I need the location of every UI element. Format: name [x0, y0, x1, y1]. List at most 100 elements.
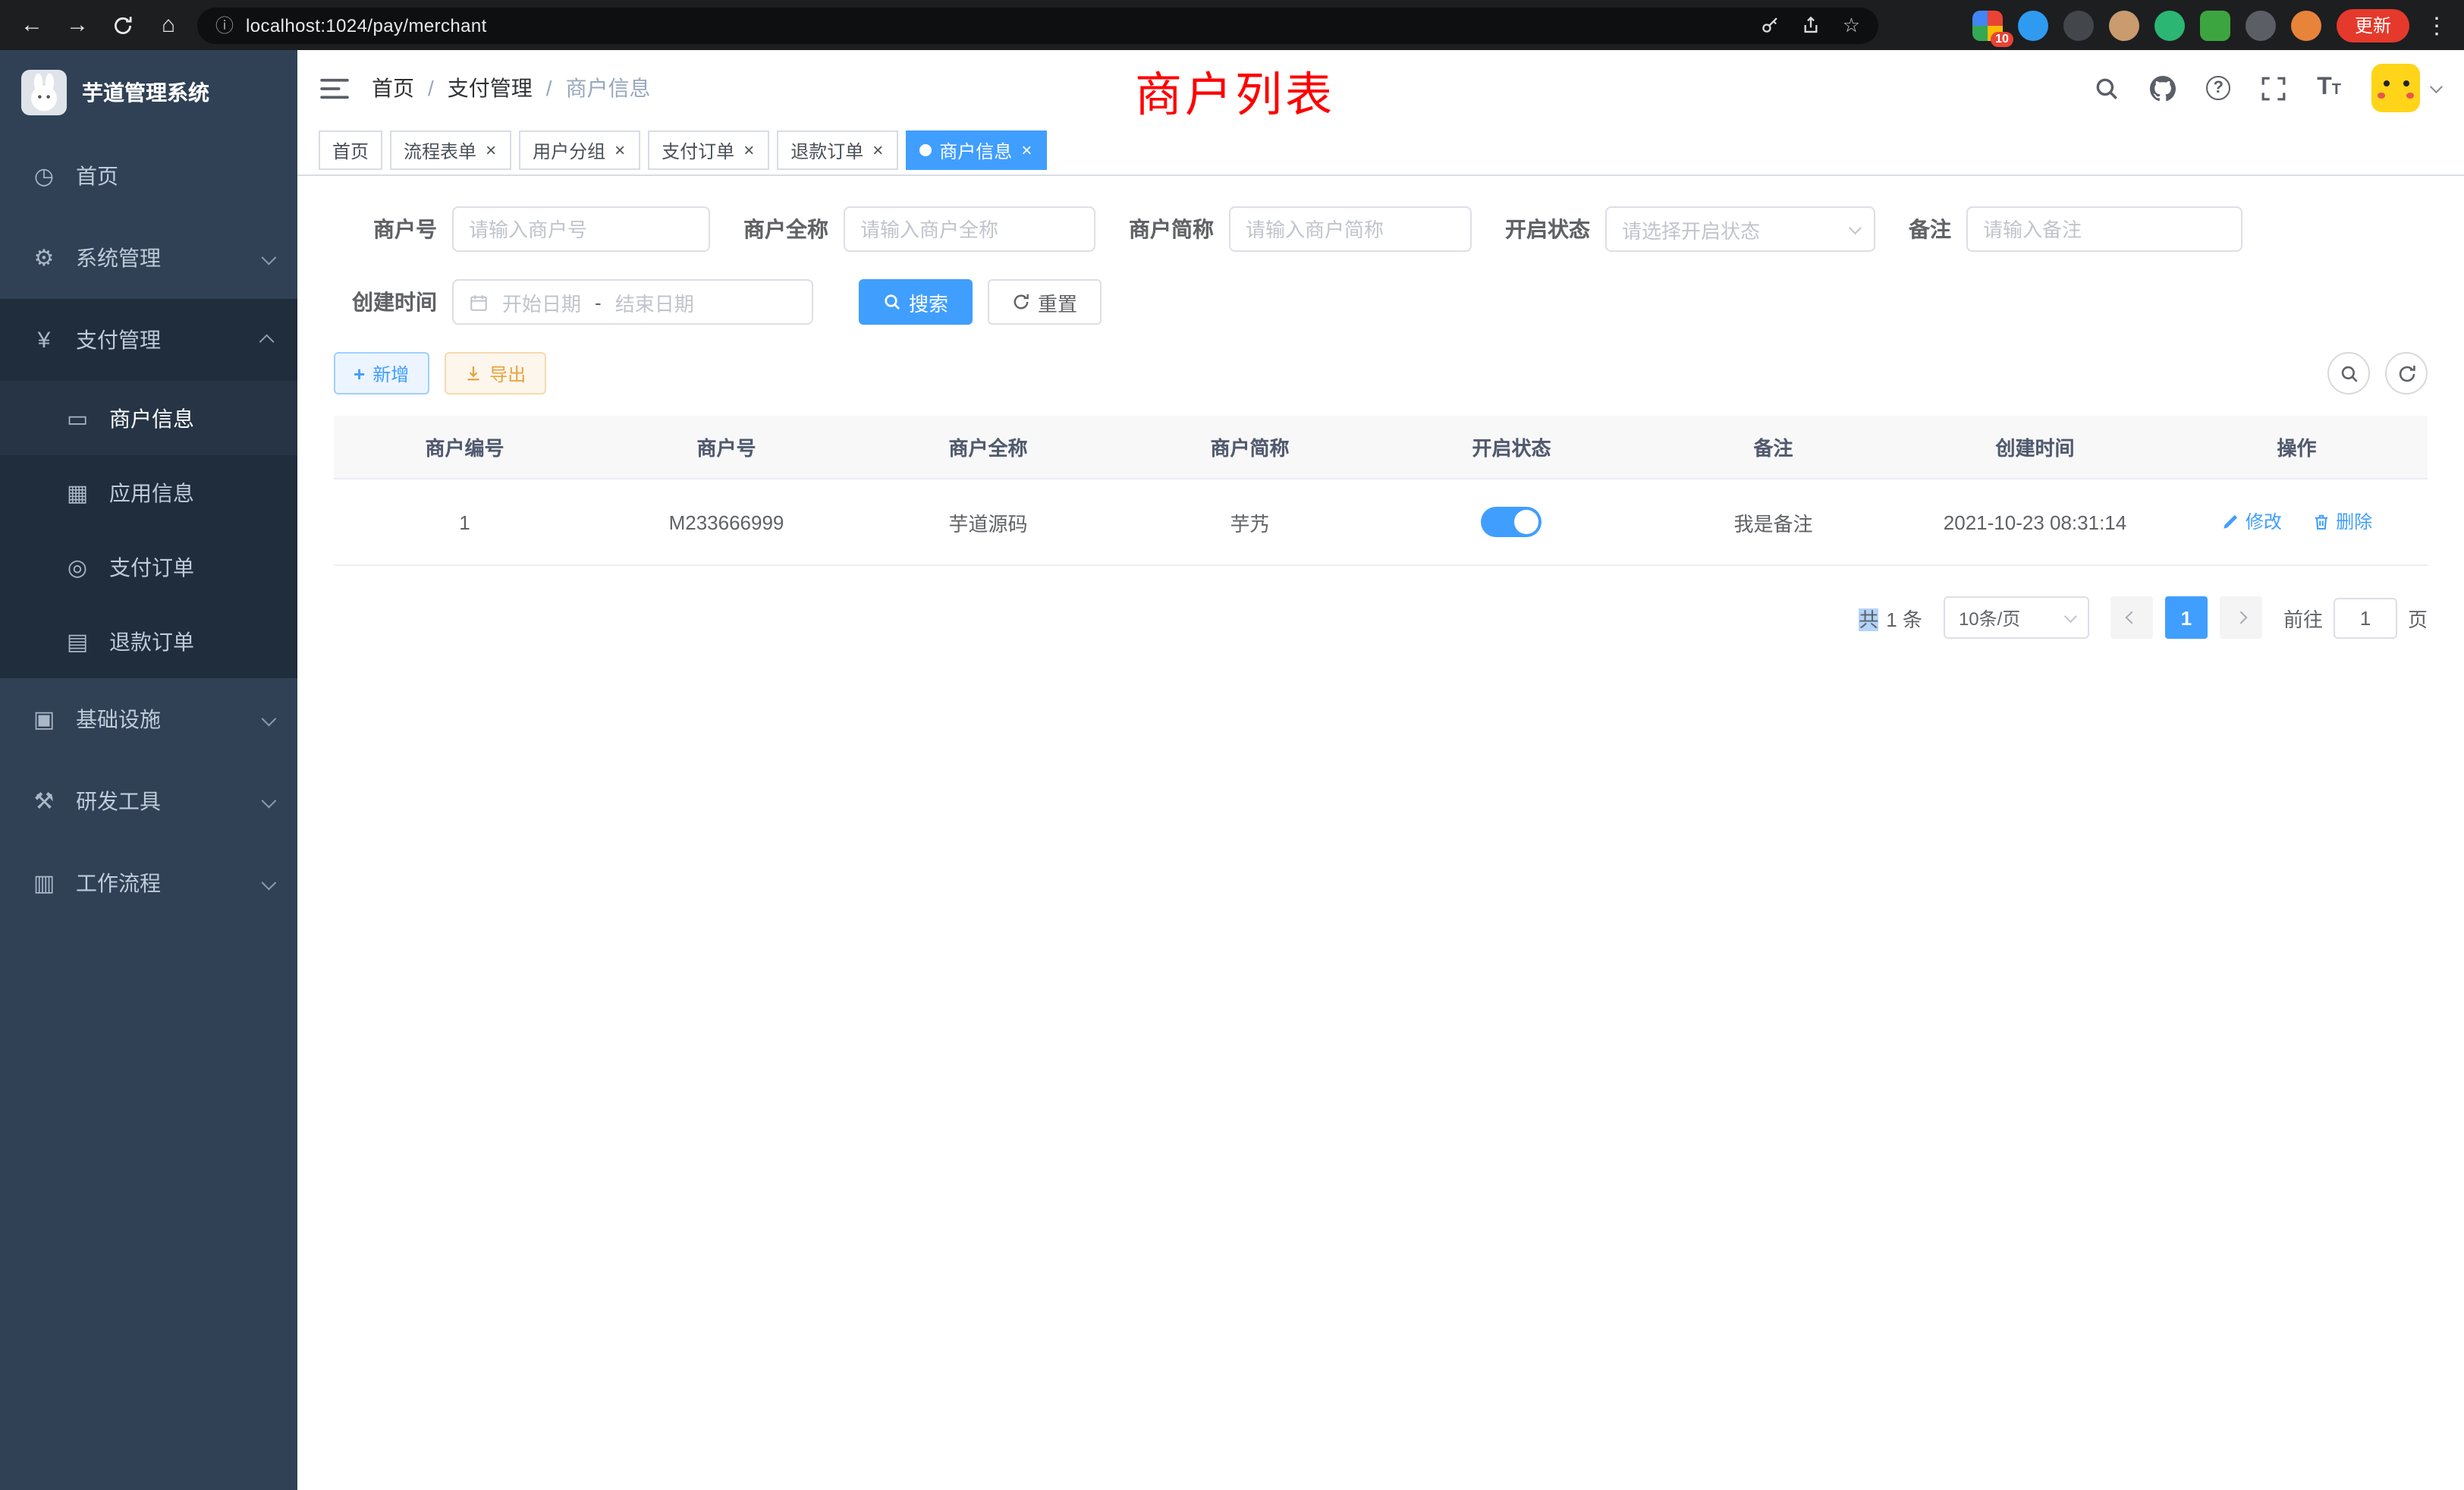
status-select[interactable]: 请选择开启状态	[1605, 206, 1875, 252]
extension-icon-1[interactable]: 10	[1972, 10, 2003, 40]
toggle-search-button[interactable]	[2327, 352, 2370, 395]
field-label: 商户号	[334, 214, 437, 244]
page-size-value: 10条/页	[1959, 605, 2020, 630]
sidebar-item-dev-tools[interactable]: ⚒ 研发工具	[0, 760, 297, 842]
extension-icon-6[interactable]	[2200, 10, 2230, 40]
screen: ← → ⌂ ⓘ localhost:1024/pay/merchant ☆ 10…	[0, 0, 2464, 1490]
toolbar-right	[2327, 352, 2428, 395]
filter-full-name: 商户全称	[743, 206, 1095, 252]
browser-update-button[interactable]: 更新	[2337, 8, 2409, 42]
goto-page: 前往 页	[2283, 597, 2428, 638]
close-icon[interactable]: ×	[484, 141, 498, 159]
delete-link[interactable]: 删除	[2312, 509, 2372, 535]
close-icon[interactable]: ×	[1020, 141, 1033, 159]
search-icon	[883, 293, 901, 311]
tab-pay-order[interactable]: 支付订单 ×	[648, 130, 769, 170]
browser-reload-button[interactable]	[106, 8, 140, 42]
sidebar-item-pay-order[interactable]: ◎ 支付订单	[0, 530, 297, 604]
short-name-input[interactable]	[1229, 206, 1472, 252]
extension-badge: 10	[1991, 31, 2013, 46]
browser-forward-button[interactable]: →	[61, 8, 94, 42]
delete-label: 删除	[2336, 509, 2372, 535]
github-link-button[interactable]	[2150, 75, 2176, 101]
browser-profile-avatar[interactable]	[2291, 10, 2321, 40]
merchant-no-input[interactable]	[452, 206, 710, 252]
sidebar-item-refund-order[interactable]: ▤ 退款订单	[0, 604, 297, 678]
date-range-picker[interactable]: 开始日期 - 结束日期	[452, 279, 813, 325]
close-icon[interactable]: ×	[871, 141, 885, 159]
browser-back-button[interactable]: ←	[15, 8, 49, 42]
sidebar-item-system[interactable]: ⚙ 系统管理	[0, 217, 297, 299]
full-name-input[interactable]	[844, 206, 1095, 252]
extension-icon-7[interactable]	[2246, 10, 2276, 40]
breadcrumb: 首页 支付管理 商户信息	[372, 73, 651, 103]
sidebar-item-label: 系统管理	[76, 243, 161, 273]
field-label: 创建时间	[334, 287, 437, 317]
page-1-button[interactable]: 1	[2165, 596, 2208, 639]
goto-label: 前往	[2283, 603, 2323, 632]
extension-icon-5[interactable]	[2154, 10, 2185, 40]
sidebar-item-payment[interactable]: ¥ 支付管理	[0, 299, 297, 381]
workflow-icon: ▥	[30, 869, 58, 897]
export-button[interactable]: 导出	[444, 352, 545, 395]
date-end-placeholder: 结束日期	[615, 288, 694, 316]
goto-page-input[interactable]	[2334, 597, 2397, 638]
search-button[interactable]: 搜索	[859, 279, 973, 325]
page-content: 商户号 商户全称 商户简称 开启状态 请选择开启状态	[297, 176, 2464, 1490]
header-search-button[interactable]	[2094, 75, 2120, 101]
col-actions: 操作	[2166, 416, 2428, 479]
password-key-icon[interactable]	[1761, 15, 1780, 35]
breadcrumb-home[interactable]: 首页	[372, 73, 448, 103]
close-icon[interactable]: ×	[613, 141, 627, 159]
chevron-left-icon	[2125, 611, 2138, 624]
sidebar-item-merchant-info[interactable]: ▭ 商户信息	[0, 381, 297, 455]
breadcrumb-payment[interactable]: 支付管理	[448, 73, 566, 103]
extension-icon-4[interactable]	[2109, 10, 2139, 40]
browser-home-button[interactable]: ⌂	[152, 8, 185, 42]
tab-refund-order[interactable]: 退款订单 ×	[777, 130, 898, 170]
extension-icon-2[interactable]	[2018, 10, 2048, 40]
address-bar[interactable]: ⓘ localhost:1024/pay/merchant ☆	[197, 7, 1878, 43]
user-menu[interactable]	[2371, 64, 2440, 112]
tab-merchant-info[interactable]: 商户信息 ×	[906, 130, 1047, 170]
col-merchant-no: 商户号	[596, 416, 857, 479]
site-info-icon[interactable]: ⓘ	[215, 12, 234, 38]
field-label: 商户全称	[743, 214, 828, 244]
edit-link[interactable]: 修改	[2221, 509, 2282, 535]
fullscreen-button[interactable]	[2261, 75, 2286, 101]
prev-page-button[interactable]	[2110, 596, 2153, 639]
app-logo[interactable]: 芋道管理系统	[0, 50, 297, 135]
tab-process-form[interactable]: 流程表单 ×	[390, 130, 511, 170]
help-button[interactable]: ?	[2206, 76, 2230, 100]
page-size-select[interactable]: 10条/页	[1944, 596, 2089, 639]
tab-label: 用户分组	[533, 137, 605, 163]
extension-icon-3[interactable]	[2063, 10, 2094, 40]
chevron-down-icon	[262, 250, 277, 265]
status-toggle[interactable]	[1482, 507, 1542, 537]
sidebar-item-app-info[interactable]: ▦ 应用信息	[0, 455, 297, 530]
user-avatar[interactable]	[2371, 64, 2420, 112]
filter-row-2: 创建时间 开始日期 - 结束日期 搜索	[334, 279, 2428, 325]
tab-user-group[interactable]: 用户分组 ×	[519, 130, 640, 170]
refresh-table-button[interactable]	[2385, 352, 2428, 395]
add-button[interactable]: + 新增	[334, 352, 429, 395]
app-grid-icon: ▦	[64, 479, 91, 506]
col-create-time: 创建时间	[1904, 416, 2166, 479]
close-icon[interactable]: ×	[742, 141, 756, 159]
bookmark-star-icon[interactable]: ☆	[1843, 13, 1860, 37]
next-page-button[interactable]	[2220, 596, 2262, 639]
share-icon[interactable]	[1802, 15, 1821, 35]
sidebar-item-workflow[interactable]: ▥ 工作流程	[0, 842, 297, 924]
logo-avatar	[21, 70, 67, 115]
browser-menu-button[interactable]: ⋮	[2425, 11, 2449, 39]
font-size-button[interactable]: T T	[2317, 74, 2341, 102]
tab-home[interactable]: 首页	[319, 130, 382, 170]
sidebar-toggle-button[interactable]	[297, 77, 372, 99]
sidebar-item-infrastructure[interactable]: ▣ 基础设施	[0, 678, 297, 760]
reset-button[interactable]: 重置	[988, 279, 1102, 325]
cell-status	[1381, 479, 1642, 565]
date-start-placeholder: 开始日期	[502, 288, 581, 316]
sidebar-item-home[interactable]: ◷ 首页	[0, 135, 297, 217]
remark-input[interactable]	[1966, 206, 2242, 252]
tools-icon: ⚒	[30, 787, 58, 815]
